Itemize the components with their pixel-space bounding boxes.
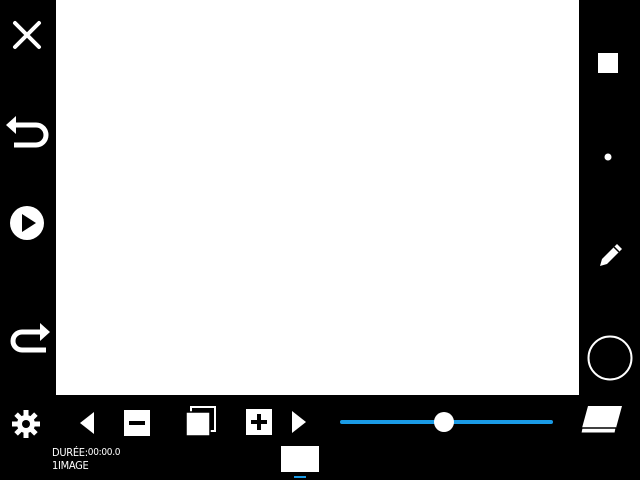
eraser-icon (580, 406, 622, 434)
triangle-left-icon (80, 412, 94, 434)
redo-arrow-icon (10, 323, 50, 353)
triangle-right-icon (292, 411, 306, 433)
copy-frames-icon (185, 406, 216, 437)
pencil-button[interactable] (596, 240, 626, 270)
eraser-button[interactable] (578, 402, 626, 436)
dot-brush-button[interactable] (603, 152, 613, 162)
selected-frame-indicator (294, 476, 306, 478)
delete-frame-button[interactable] (124, 410, 150, 436)
minus-box-icon (124, 410, 150, 436)
redo-button[interactable] (6, 320, 52, 356)
circle-icon (587, 335, 633, 381)
x-icon (13, 21, 41, 49)
animation-info: DURÉE: 00:00.0 1IMAGE (52, 446, 121, 472)
duration-value: 00:00.0 (87, 447, 121, 458)
drawing-canvas[interactable] (56, 0, 579, 395)
play-circle-icon (10, 206, 44, 240)
undo-arrow-icon (6, 116, 49, 148)
previous-frame-button[interactable] (78, 410, 96, 436)
dot-icon (604, 153, 612, 161)
frame-count: 1IMAGE (52, 459, 89, 472)
color-picker-button[interactable] (586, 334, 634, 382)
next-frame-button[interactable] (290, 409, 308, 435)
square-brush-button[interactable] (598, 53, 618, 73)
frame-thumbnail[interactable] (281, 446, 319, 472)
settings-button[interactable] (10, 408, 42, 440)
add-frame-button[interactable] (246, 409, 272, 435)
speed-slider-knob[interactable] (434, 412, 455, 432)
gear-icon (12, 410, 40, 438)
duration-label: DURÉE: (52, 446, 88, 459)
square-icon (598, 53, 618, 73)
pencil-icon (600, 244, 622, 266)
close-button[interactable] (12, 20, 42, 50)
duplicate-frame-button[interactable] (184, 406, 216, 438)
undo-button[interactable] (2, 113, 50, 155)
play-button[interactable] (9, 205, 45, 241)
plus-box-icon (246, 409, 272, 435)
